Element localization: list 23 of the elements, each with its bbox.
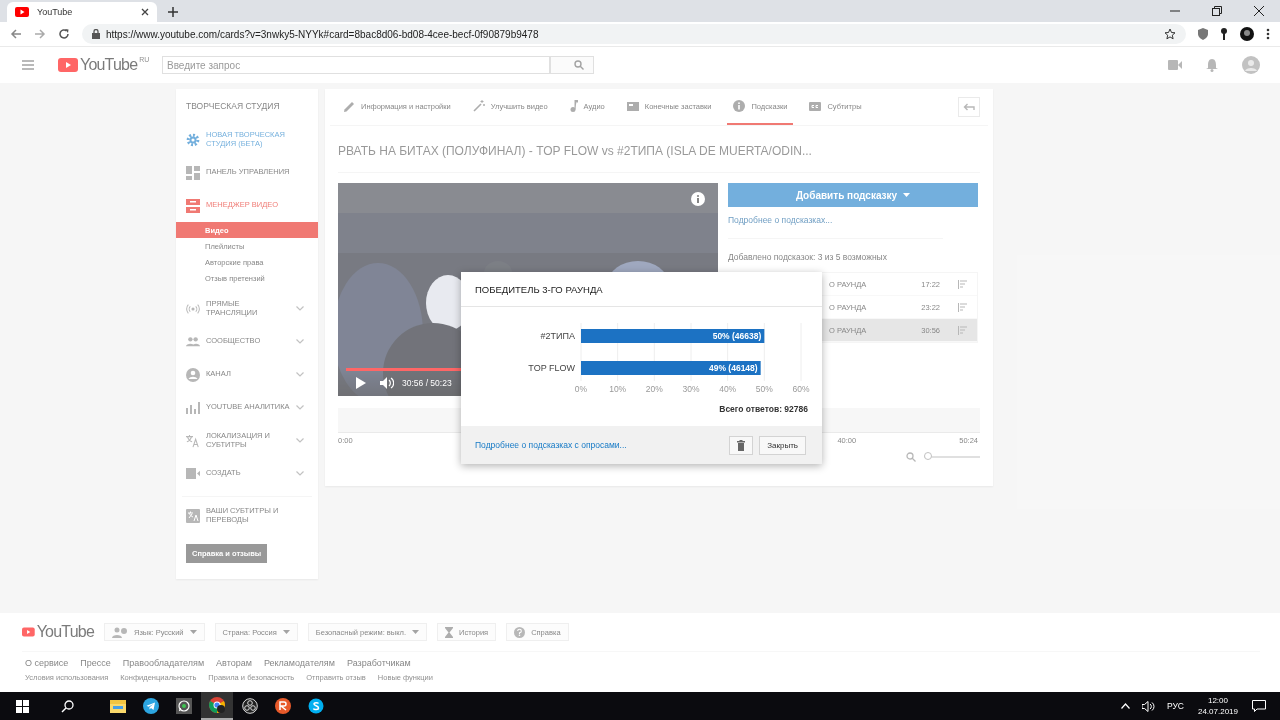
- tick-label: 20%: [645, 384, 663, 394]
- cards-count: Добавлено подсказок: 3 из 5 возможных: [728, 252, 888, 262]
- tick-label: 0%: [574, 384, 588, 394]
- category-label: TOP FLOW: [528, 363, 575, 373]
- tick-label: 10%: [609, 384, 627, 394]
- tick-label: 30%: [682, 384, 700, 394]
- dialog-title: ПОБЕДИТЕЛЬ 3-ГО РАУНДА: [461, 272, 822, 307]
- tab-title: YouTube: [37, 7, 74, 17]
- total-responses: Всего ответов: 92786: [718, 404, 809, 414]
- sidebar-title: ТВОРЧЕСКАЯ СТУДИЯ: [185, 100, 281, 113]
- tick-label: 60%: [792, 384, 810, 394]
- bar-value-label: 49% (46148): [709, 363, 758, 373]
- category-label: #2ТИПА: [540, 331, 575, 341]
- logo-text: YouTube: [36, 623, 94, 641]
- url-text: https://www.youtube.com/cards?v=3nwky5-NYYk#card=8bac8d06-bd08-4cee-becf-0f90879b9478: [106, 28, 539, 40]
- tick-label: 40%: [719, 384, 737, 394]
- clock-date: 24.07.2019: [1197, 707, 1238, 716]
- clock-time: 12:00: [1207, 696, 1228, 705]
- video-title: РВАТЬ НА БИТАХ (ПОЛУФИНАЛ) - TOP FLOW vs #2ТИПА (ISLA DE MUERTA/ODIN...: [338, 126, 980, 173]
- bar-value-label: 50% (46638): [712, 331, 762, 341]
- logo-text: YouTube: [80, 56, 138, 74]
- time-label: 30:56 / 50:23: [402, 378, 452, 388]
- tick-label: 50%: [755, 384, 773, 394]
